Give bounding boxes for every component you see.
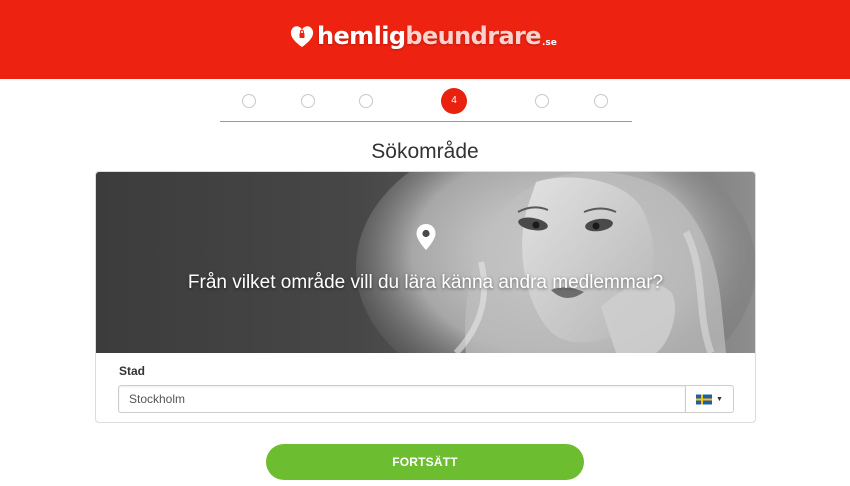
country-select-button[interactable]: ▼ xyxy=(685,385,734,413)
search-area-card: Från vilket område vill du lära känna an… xyxy=(95,171,756,423)
step-5-dot xyxy=(535,94,549,108)
city-input[interactable] xyxy=(118,385,685,413)
step-1-dot xyxy=(242,94,256,108)
hero-question: Från vilket område vill du lära känna an… xyxy=(187,272,664,293)
progress-steps: 4 xyxy=(220,86,632,122)
top-header: hemligbeundrare .se xyxy=(0,0,850,79)
step-2-dot xyxy=(301,94,315,108)
location-pin-icon xyxy=(416,224,436,250)
brand-tld: .se xyxy=(541,38,557,48)
heart-lock-icon xyxy=(290,26,314,47)
step-3-dot xyxy=(359,94,373,108)
city-label: Stad xyxy=(119,364,146,378)
brand-logo[interactable]: hemligbeundrare .se xyxy=(288,20,557,52)
hero-portrait-image xyxy=(356,172,755,353)
hero-banner: Från vilket område vill du lära känna an… xyxy=(96,172,755,353)
page-title: Sökområde xyxy=(371,140,479,163)
brand-wordmark: hemligbeundrare xyxy=(317,22,542,50)
continue-button[interactable]: FORTSÄTT xyxy=(266,444,584,480)
chevron-down-icon: ▼ xyxy=(716,395,723,403)
brand-name-part2: beundrare xyxy=(405,22,541,50)
step-6-dot xyxy=(594,94,608,108)
sweden-flag-icon xyxy=(696,394,713,404)
step-4-active: 4 xyxy=(441,88,467,114)
brand-name-part1: hemlig xyxy=(317,22,406,50)
